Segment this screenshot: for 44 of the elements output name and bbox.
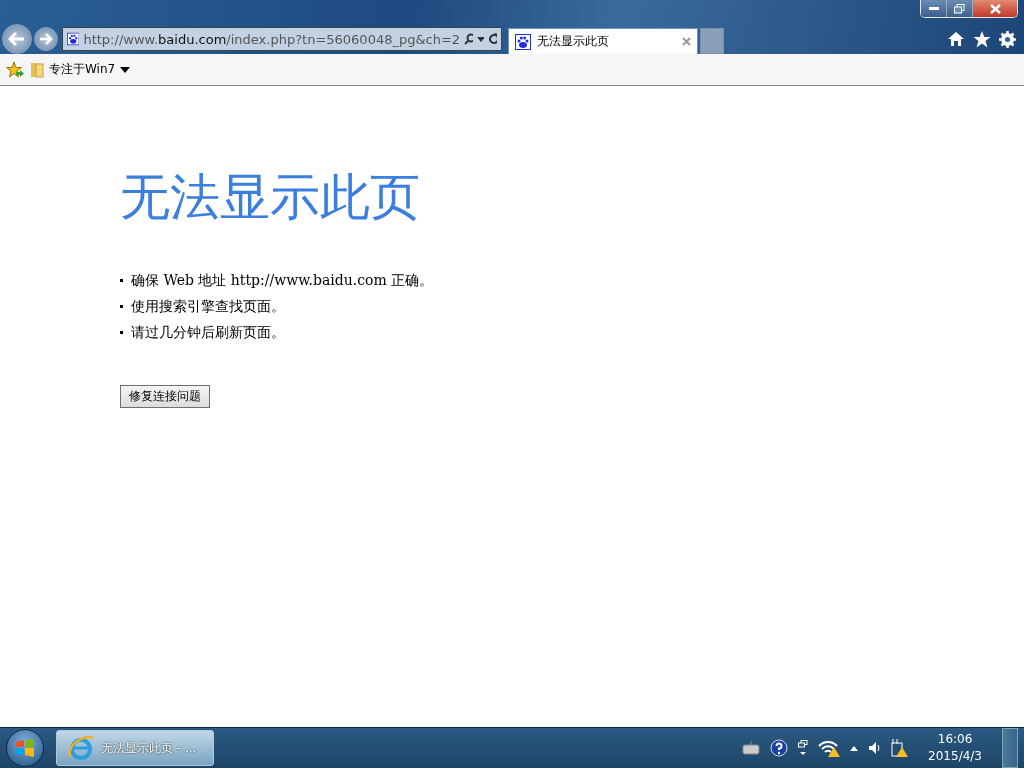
bullet-icon	[120, 278, 123, 282]
star-icon[interactable]	[973, 30, 991, 48]
minimize-icon	[928, 6, 939, 11]
browser-tab[interactable]: 无法显示此页	[508, 28, 698, 54]
bullet-icon	[120, 330, 123, 334]
search-icon[interactable]	[464, 33, 474, 45]
close-tab-icon[interactable]	[682, 37, 691, 46]
bullet-icon	[120, 304, 123, 308]
favorites-star-icon[interactable]	[6, 61, 24, 78]
tab-paw-icon	[515, 33, 531, 50]
browser-e-icon	[67, 734, 95, 762]
help-icon[interactable]	[770, 739, 789, 757]
fix-connection-button[interactable]: 修复连接问题	[120, 385, 210, 408]
tip-text: 使用搜索引擎查找页面。	[131, 297, 285, 316]
site-paw-icon	[67, 31, 80, 47]
wifi-warning-icon[interactable]	[818, 739, 841, 757]
clock-time[interactable]: 16:06	[937, 731, 973, 748]
show-hidden-icon[interactable]	[850, 745, 859, 751]
tip-text: 确保 Web 地址 http://www.baidu.com 正确。	[131, 271, 434, 290]
settings-icon[interactable]	[999, 30, 1016, 48]
forward-button[interactable]	[34, 27, 58, 51]
favorites-folder[interactable]: 专注于Win7	[30, 61, 131, 78]
address-bar[interactable]: http://www.baidu.com/index.php?tn=56060048_pg&ch=2	[62, 27, 502, 51]
restore-icon	[954, 3, 965, 14]
windows-logo-icon	[15, 739, 35, 757]
home-icon[interactable]	[947, 30, 965, 47]
restore-button[interactable]	[947, 0, 973, 17]
tip-text: 请过几分钟后刷新页面。	[131, 323, 285, 342]
dropdown-icon[interactable]	[477, 36, 484, 42]
speaker-icon[interactable]	[868, 741, 881, 755]
folder-icon	[30, 61, 44, 78]
network-warning-icon[interactable]	[890, 739, 909, 757]
clock-date[interactable]: 2015/4/3	[928, 748, 982, 765]
refresh-icon[interactable]	[487, 33, 497, 45]
back-button[interactable]	[2, 24, 32, 54]
forward-arrow-icon	[39, 33, 53, 45]
start-button[interactable]	[6, 729, 44, 767]
close-button[interactable]	[973, 0, 1017, 17]
window-switch-icon[interactable]	[798, 740, 809, 756]
caret-icon	[120, 66, 131, 73]
back-arrow-icon	[8, 32, 26, 46]
error-heading: 无法显示此页	[120, 167, 421, 228]
close-icon	[989, 3, 1001, 14]
minimize-button[interactable]	[921, 0, 947, 17]
